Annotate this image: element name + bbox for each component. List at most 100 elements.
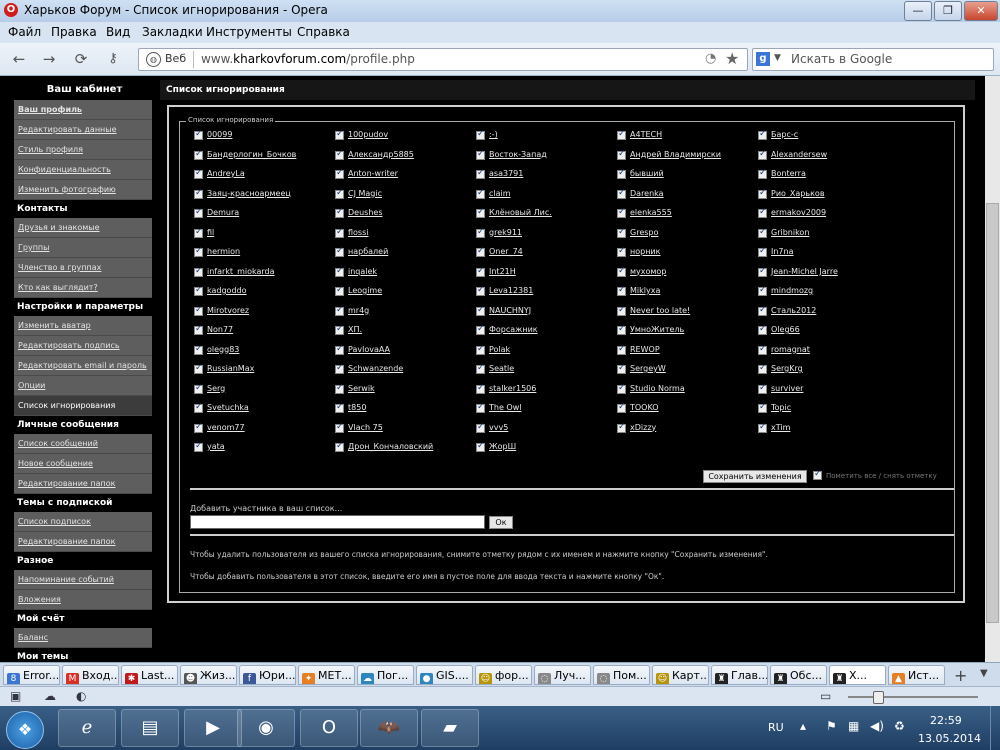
ignored-user-link[interactable]: SergKrg: [771, 364, 803, 373]
ignore-checkbox[interactable]: [617, 266, 626, 277]
ignore-checkbox[interactable]: [335, 227, 344, 238]
ok-button[interactable]: Ок: [489, 516, 513, 529]
ignored-user-link[interactable]: AndreyLa: [207, 169, 245, 178]
ignore-checkbox[interactable]: [476, 324, 485, 335]
sidebar-item[interactable]: Кто как выглядит?: [14, 278, 152, 298]
browser-tab[interactable]: ☺ Карт...: [652, 665, 709, 685]
ignore-checkbox[interactable]: [617, 129, 626, 140]
sidebar-item[interactable]: Новое сообщение: [14, 454, 152, 474]
ignored-user-link[interactable]: Бандерлогин_Бочков: [207, 150, 296, 159]
browser-tab[interactable]: ♜ Обс...: [770, 665, 827, 685]
ignored-user-link[interactable]: fil: [207, 228, 214, 237]
ignored-user-link[interactable]: vvv5: [489, 423, 508, 432]
ignored-user-link[interactable]: yata: [207, 442, 225, 451]
browser-tab[interactable]: ♜ Глав...: [711, 665, 768, 685]
ignored-user-link[interactable]: surviver: [771, 384, 803, 393]
ignore-checkbox[interactable]: [617, 344, 626, 355]
ignored-user-link[interactable]: A4TECH: [630, 130, 662, 139]
chrome-icon[interactable]: ◉: [237, 709, 295, 747]
tray-arrow-icon[interactable]: ▴: [800, 719, 806, 733]
sidebar-item[interactable]: Баланс: [14, 628, 152, 648]
sidebar-item[interactable]: Ваш профиль: [14, 100, 152, 120]
sidebar-item[interactable]: Редактирование папок: [14, 532, 152, 552]
ignore-checkbox[interactable]: [476, 305, 485, 316]
browser-tab[interactable]: ♜ Х...: [829, 665, 886, 685]
minimize-button[interactable]: —: [904, 1, 932, 21]
close-button[interactable]: ✕: [964, 1, 998, 21]
sidebar-item[interactable]: Список подписок: [14, 512, 152, 532]
sidebar-item[interactable]: Редактирование папок: [14, 474, 152, 494]
ignored-user-link[interactable]: Alexandersew: [771, 150, 827, 159]
ignore-checkbox[interactable]: [476, 207, 485, 218]
ignore-checkbox[interactable]: [194, 285, 203, 296]
ignored-user-link[interactable]: infarkt_miokarda: [207, 267, 275, 276]
ignored-user-link[interactable]: hermion: [207, 247, 240, 256]
menu-view[interactable]: Вид: [106, 25, 130, 39]
browser-tab[interactable]: ● GIS....: [416, 665, 473, 685]
ignored-user-link[interactable]: Leva12381: [489, 286, 533, 295]
sidebar-item[interactable]: Напоминание событий: [14, 570, 152, 590]
sidebar-item[interactable]: Редактировать email и пароль: [14, 356, 152, 376]
chevron-down-icon[interactable]: ▼: [774, 53, 781, 63]
ignore-checkbox[interactable]: [758, 149, 767, 160]
ignored-user-link[interactable]: Vlach 75: [348, 423, 383, 432]
network-icon[interactable]: ▦: [848, 719, 859, 733]
ignored-user-link[interactable]: elenka555: [630, 208, 672, 217]
explorer-icon[interactable]: ▤: [121, 709, 179, 747]
reload-icon[interactable]: ⟳: [72, 50, 90, 68]
save-changes-button[interactable]: Сохранить изменения: [703, 470, 807, 483]
browser-tab[interactable]: f Юри...: [239, 665, 296, 685]
ignored-user-link[interactable]: claim: [489, 189, 511, 198]
panel-toggle-icon[interactable]: ▣: [10, 689, 21, 703]
ignore-checkbox[interactable]: [758, 422, 767, 433]
ignore-checkbox[interactable]: [617, 402, 626, 413]
ignored-user-link[interactable]: Дрон_Кончаловский: [348, 442, 433, 451]
ignored-user-link[interactable]: Клёновый Лис.: [489, 208, 552, 217]
ignored-user-link[interactable]: flossi: [348, 228, 369, 237]
ignored-user-link[interactable]: Int21H: [489, 267, 516, 276]
ignore-checkbox[interactable]: [476, 129, 485, 140]
rss-icon[interactable]: ◔: [705, 51, 716, 66]
sidebar-item[interactable]: Изменить фотографию: [14, 180, 152, 200]
ignored-user-link[interactable]: romagnat: [771, 345, 810, 354]
start-button[interactable]: ❖: [6, 711, 44, 749]
zoom-slider-knob[interactable]: [873, 691, 884, 704]
view-icon[interactable]: ▭: [820, 689, 831, 703]
ignore-checkbox[interactable]: [758, 363, 767, 374]
ignore-checkbox[interactable]: [335, 129, 344, 140]
ignored-user-link[interactable]: Рио_Харьков: [771, 189, 825, 198]
browser-tab[interactable]: ✦ МЕТ...: [298, 665, 355, 685]
volume-icon[interactable]: ◀): [870, 719, 884, 733]
ignored-user-link[interactable]: PavlovaAA: [348, 345, 390, 354]
ignore-checkbox[interactable]: [194, 168, 203, 179]
ignored-user-link[interactable]: Serg: [207, 384, 225, 393]
ignore-checkbox[interactable]: [335, 305, 344, 316]
ignore-checkbox[interactable]: [335, 422, 344, 433]
language-indicator[interactable]: RU: [768, 721, 784, 734]
ignore-checkbox[interactable]: [617, 246, 626, 257]
ignored-user-link[interactable]: мухомор: [630, 267, 666, 276]
ignore-checkbox[interactable]: [758, 324, 767, 335]
ignore-checkbox[interactable]: [758, 383, 767, 394]
ignored-user-link[interactable]: Anton-writer: [348, 169, 398, 178]
ignore-checkbox[interactable]: [476, 266, 485, 277]
sidebar-item[interactable]: Опции: [14, 376, 152, 396]
ignore-checkbox[interactable]: [194, 383, 203, 394]
ignored-user-link[interactable]: Studio Norma: [630, 384, 685, 393]
ignore-checkbox[interactable]: [617, 363, 626, 374]
ignored-user-link[interactable]: ermakov2009: [771, 208, 826, 217]
ignored-user-link[interactable]: Seatle: [489, 364, 514, 373]
ignored-user-link[interactable]: Gribnikon: [771, 228, 809, 237]
sidebar-item[interactable]: Редактировать данные: [14, 120, 152, 140]
ignore-checkbox[interactable]: [617, 207, 626, 218]
ignore-checkbox[interactable]: [335, 285, 344, 296]
ignored-user-link[interactable]: Сталь2012: [771, 306, 816, 315]
ignore-checkbox[interactable]: [194, 149, 203, 160]
ignored-user-link[interactable]: :-): [489, 130, 498, 139]
sidebar-item[interactable]: Изменить аватар: [14, 316, 152, 336]
ignore-checkbox[interactable]: [476, 441, 485, 452]
ignored-user-link[interactable]: Never too late!: [630, 306, 690, 315]
sidebar-item[interactable]: Редактировать подпись: [14, 336, 152, 356]
bookmark-star-icon[interactable]: ★: [725, 49, 739, 68]
ignore-checkbox[interactable]: [617, 383, 626, 394]
